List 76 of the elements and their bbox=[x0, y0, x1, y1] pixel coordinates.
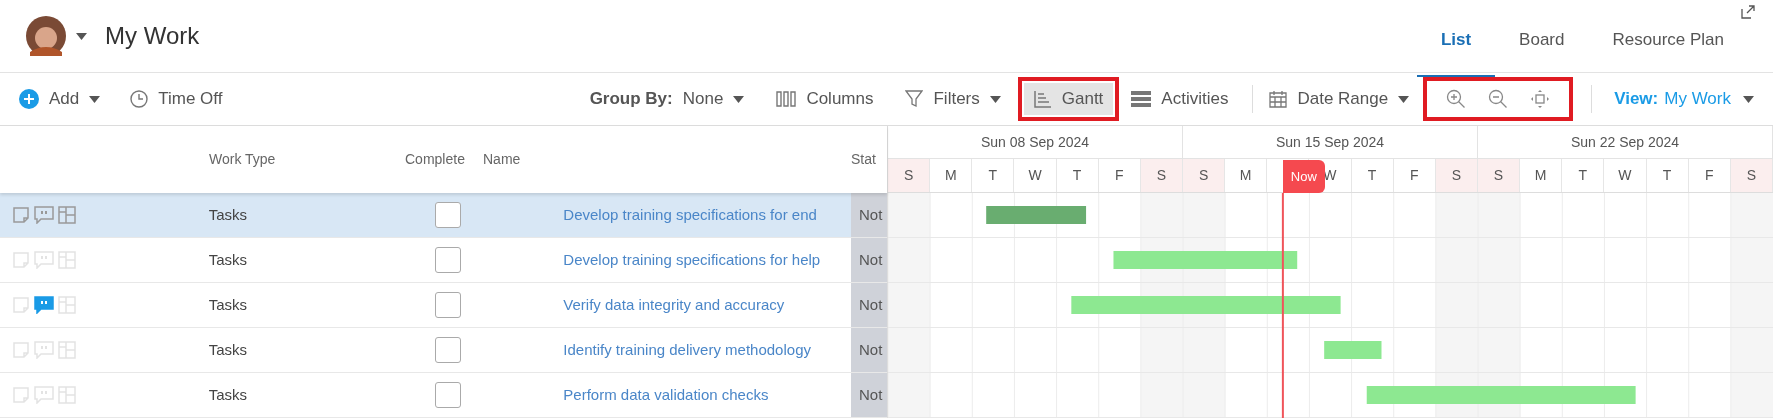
column-header: Name bbox=[483, 150, 522, 169]
day-header: S bbox=[1477, 159, 1521, 192]
zoom-out-icon[interactable] bbox=[1488, 89, 1509, 109]
fit-icon[interactable] bbox=[1530, 89, 1551, 109]
week-header: Sun 15 Sep 2024 bbox=[1183, 126, 1478, 158]
calendar-icon bbox=[1269, 90, 1288, 108]
complete-checkbox[interactable] bbox=[434, 382, 461, 408]
filter-icon bbox=[905, 90, 924, 108]
complete-checkbox[interactable] bbox=[434, 202, 461, 228]
note-icon[interactable] bbox=[12, 206, 30, 224]
table-row[interactable]: Tasks Develop training specifications for end Not bbox=[0, 193, 887, 238]
week-header: Sun 22 Sep 2024 bbox=[1478, 126, 1773, 158]
group-by-dropdown[interactable]: Group By: None bbox=[589, 86, 745, 112]
page-title: My Work bbox=[105, 21, 200, 51]
clock-icon bbox=[130, 90, 149, 108]
now-marker: Now bbox=[1282, 160, 1325, 193]
table-cell-text: Tasks bbox=[208, 204, 249, 225]
add-button[interactable]: Add bbox=[19, 86, 101, 112]
table-row[interactable]: Tasks Verify data integrity and accuracy Not bbox=[0, 283, 887, 328]
table-cell-text: Tasks bbox=[208, 384, 249, 405]
avatar-caret-icon bbox=[76, 32, 87, 40]
complete-checkbox[interactable] bbox=[434, 337, 461, 363]
view-value: My Work bbox=[1664, 88, 1731, 111]
date-range-dropdown[interactable]: Date Range bbox=[1269, 86, 1410, 112]
group-by-label: Group By: bbox=[589, 88, 673, 111]
table-row[interactable]: Tasks Identify training delivery methodology Not bbox=[0, 328, 887, 373]
task-name-link[interactable]: Develop training specifications for help bbox=[563, 248, 851, 272]
task-name-link[interactable]: Perform data validation checks bbox=[563, 383, 851, 407]
zoom-in-icon[interactable] bbox=[1446, 89, 1467, 109]
activities-icon bbox=[1131, 91, 1152, 107]
gantt-button[interactable]: Gantt bbox=[1023, 83, 1114, 115]
group-by-value: None bbox=[682, 88, 724, 111]
day-header: S bbox=[1435, 159, 1478, 192]
view-tab[interactable]: Board bbox=[1495, 5, 1589, 77]
status-cell: Not bbox=[851, 238, 887, 282]
columns-icon bbox=[776, 91, 797, 107]
status-cell: Not bbox=[851, 373, 887, 417]
caret-icon bbox=[989, 95, 1001, 103]
task-name-link[interactable]: Verify data integrity and accuracy bbox=[563, 293, 851, 317]
layout-icon[interactable] bbox=[58, 206, 76, 224]
columns-button[interactable]: Columns bbox=[776, 86, 874, 112]
table-row[interactable]: Tasks Develop training specifications for help Not bbox=[0, 238, 887, 283]
week-header: Sun 08 Sep 2024 bbox=[888, 126, 1183, 158]
task-name-link[interactable]: Identify training delivery methodology bbox=[563, 338, 851, 362]
complete-checkbox[interactable] bbox=[434, 247, 461, 273]
day-header: S bbox=[1730, 159, 1773, 192]
table-row[interactable]: Tasks Perform data validation checks Not bbox=[0, 373, 887, 418]
caret-icon bbox=[1398, 95, 1410, 103]
gantt-icon bbox=[1033, 90, 1052, 108]
time-off-button[interactable]: Time Off bbox=[130, 86, 223, 112]
day-header: S bbox=[1183, 159, 1226, 192]
plus-icon bbox=[19, 89, 39, 109]
avatar[interactable] bbox=[26, 16, 66, 56]
activities-button[interactable]: Activities bbox=[1131, 86, 1229, 112]
expand-icon[interactable] bbox=[1741, 5, 1755, 19]
comment-icon[interactable] bbox=[34, 206, 54, 224]
status-cell: Not bbox=[851, 283, 887, 327]
view-label: View: bbox=[1614, 88, 1659, 111]
filters-button[interactable]: Filters bbox=[905, 86, 1001, 112]
view-tab[interactable]: Resource Plan bbox=[1588, 5, 1748, 77]
column-header: Complete bbox=[405, 150, 466, 169]
column-header: Stat bbox=[851, 150, 876, 169]
complete-checkbox[interactable] bbox=[434, 292, 461, 318]
table-cell-text: Tasks bbox=[208, 294, 249, 315]
comment-icon[interactable] bbox=[34, 296, 54, 314]
table-cell-text: Tasks bbox=[208, 339, 249, 360]
status-cell: Not bbox=[851, 193, 887, 237]
view-tab[interactable]: List bbox=[1416, 5, 1496, 77]
status-cell: Not bbox=[851, 328, 887, 372]
caret-icon bbox=[89, 95, 101, 103]
day-header: S bbox=[888, 159, 931, 192]
column-header: Work Type bbox=[209, 150, 277, 169]
caret-icon bbox=[733, 95, 745, 103]
caret-icon bbox=[1743, 95, 1754, 103]
table-cell-text: Tasks bbox=[208, 249, 249, 270]
day-header: S bbox=[1140, 159, 1183, 192]
